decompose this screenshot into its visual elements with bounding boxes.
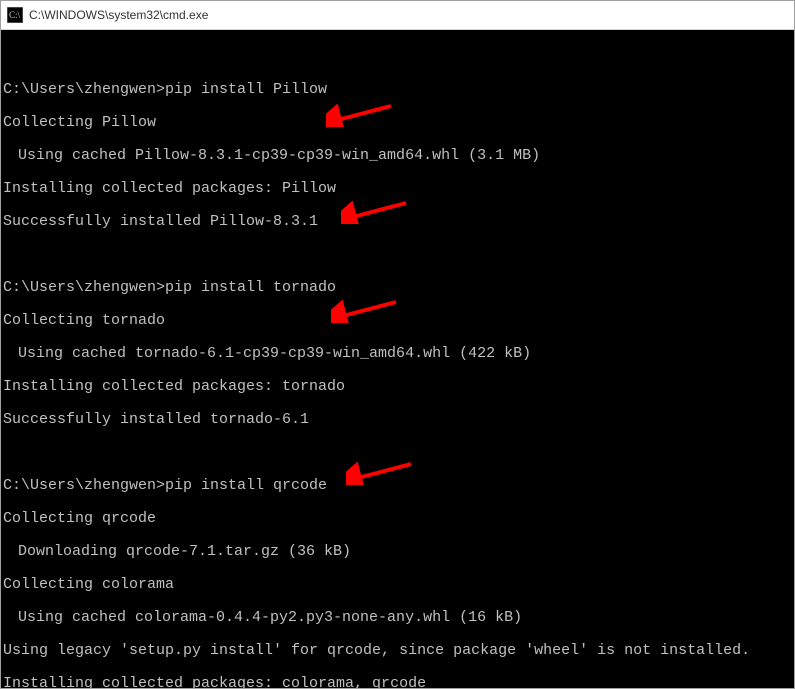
output-line: Successfully installed tornado-6.1 [3, 412, 792, 429]
output-line: Using cached Pillow-8.3.1-cp39-cp39-win_… [3, 148, 792, 165]
blank-line [3, 49, 792, 66]
output-line: Collecting Pillow [3, 115, 792, 132]
output-line: Using cached colorama-0.4.4-py2.py3-none… [3, 610, 792, 627]
cmd-window: C:\ C:\WINDOWS\system32\cmd.exe C:\Users… [0, 0, 795, 689]
cmd-icon: C:\ [7, 7, 23, 23]
window-title: C:\WINDOWS\system32\cmd.exe [29, 8, 788, 22]
prompt-line: C:\Users\zhengwen>pip install qrcode [3, 478, 792, 495]
svg-text:C:\: C:\ [9, 10, 21, 20]
output-line: Installing collected packages: Pillow [3, 181, 792, 198]
prompt-line: C:\Users\zhengwen>pip install Pillow [3, 82, 792, 99]
output-line: Collecting qrcode [3, 511, 792, 528]
output-line: Downloading qrcode-7.1.tar.gz (36 kB) [3, 544, 792, 561]
output-line: Collecting tornado [3, 313, 792, 330]
output-line: Successfully installed Pillow-8.3.1 [3, 214, 792, 231]
blank-line [3, 247, 792, 264]
blank-line [3, 445, 792, 462]
terminal-output[interactable]: C:\Users\zhengwen>pip install Pillow Col… [1, 30, 794, 688]
output-line: Using cached tornado-6.1-cp39-cp39-win_a… [3, 346, 792, 363]
prompt-line: C:\Users\zhengwen>pip install tornado [3, 280, 792, 297]
output-line: Using legacy 'setup.py install' for qrco… [3, 643, 792, 660]
output-line: Installing collected packages: tornado [3, 379, 792, 396]
output-line: Collecting colorama [3, 577, 792, 594]
titlebar[interactable]: C:\ C:\WINDOWS\system32\cmd.exe [1, 1, 794, 30]
output-line: Installing collected packages: colorama,… [3, 676, 792, 689]
